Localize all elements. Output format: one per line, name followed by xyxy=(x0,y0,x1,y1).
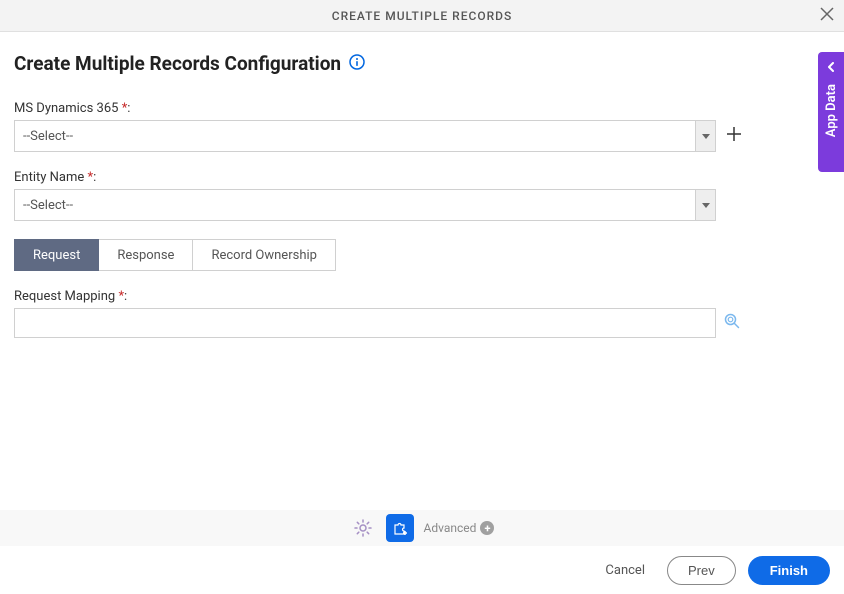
cancel-button[interactable]: Cancel xyxy=(595,557,655,584)
tab-response[interactable]: Response xyxy=(99,239,193,271)
advanced-label-text: Advanced xyxy=(424,521,477,535)
dynamics-label-text: MS Dynamics 365 xyxy=(14,101,118,116)
puzzle-button[interactable] xyxy=(386,514,414,542)
toolbar-bottom: Advanced + xyxy=(0,510,844,546)
close-icon xyxy=(820,7,834,21)
entity-select-value: --Select-- xyxy=(15,198,73,213)
required-mark: * xyxy=(122,101,128,116)
finish-button[interactable]: Finish xyxy=(748,556,830,585)
header-bar: CREATE MULTIPLE RECORDS xyxy=(0,0,844,32)
dynamics-caret[interactable] xyxy=(695,121,715,151)
header-title: CREATE MULTIPLE RECORDS xyxy=(332,9,513,23)
dynamics-select[interactable]: --Select-- xyxy=(14,120,716,152)
mapping-label: Request Mapping *: xyxy=(14,289,830,304)
app-data-panel-toggle[interactable]: App Data xyxy=(818,52,844,172)
advanced-button[interactable]: Advanced + xyxy=(424,521,495,535)
dynamics-select-value: --Select-- xyxy=(15,129,73,144)
puzzle-icon xyxy=(392,520,408,536)
page-title-row: Create Multiple Records Configuration xyxy=(14,52,830,75)
chevron-left-icon xyxy=(826,60,836,76)
page-title: Create Multiple Records Configuration xyxy=(14,52,341,75)
plus-icon xyxy=(726,126,742,142)
dynamics-label: MS Dynamics 365 *: xyxy=(14,101,830,116)
search-icon xyxy=(724,313,740,329)
entity-label: Entity Name *: xyxy=(14,170,830,185)
app-data-label: App Data xyxy=(824,84,839,137)
mapping-label-text: Request Mapping xyxy=(14,289,115,304)
footer-actions: Cancel Prev Finish xyxy=(0,546,844,594)
tabs: Request Response Record Ownership xyxy=(14,239,830,271)
prev-button[interactable]: Prev xyxy=(667,556,736,585)
chevron-down-icon xyxy=(702,134,710,139)
settings-button[interactable] xyxy=(350,515,376,541)
entity-label-text: Entity Name xyxy=(14,170,84,185)
plus-circle-icon: + xyxy=(480,521,494,535)
request-mapping-input[interactable] xyxy=(14,308,716,338)
info-icon[interactable] xyxy=(349,54,365,74)
chevron-down-icon xyxy=(702,203,710,208)
tab-record-ownership[interactable]: Record Ownership xyxy=(193,239,336,271)
entity-caret[interactable] xyxy=(695,190,715,220)
tab-request-label: Request xyxy=(33,248,80,263)
close-button[interactable] xyxy=(820,7,834,25)
tab-response-label: Response xyxy=(117,248,174,263)
gear-icon xyxy=(354,519,372,537)
required-mark: * xyxy=(118,289,124,304)
entity-select[interactable]: --Select-- xyxy=(14,189,716,221)
add-connection-button[interactable] xyxy=(726,126,742,146)
tab-request[interactable]: Request xyxy=(14,239,99,271)
lookup-button[interactable] xyxy=(724,313,740,333)
required-mark: * xyxy=(87,170,93,185)
tab-record-ownership-label: Record Ownership xyxy=(211,248,317,263)
content-area: Create Multiple Records Configuration MS… xyxy=(0,32,844,338)
